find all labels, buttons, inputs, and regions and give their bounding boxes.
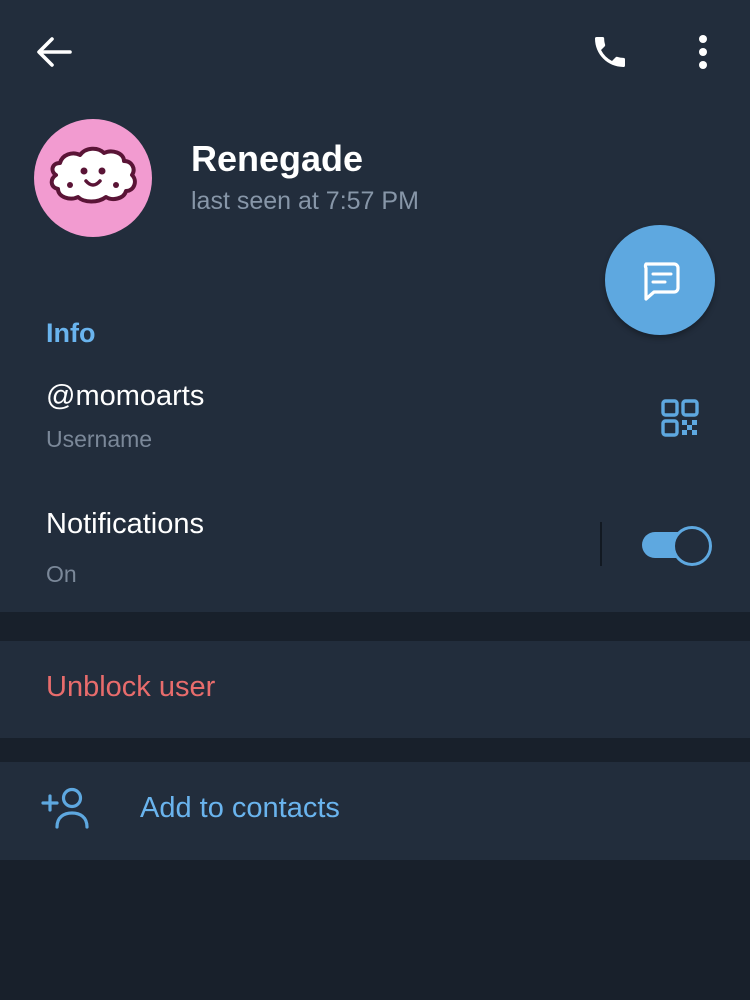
unblock-user-label[interactable]: Unblock user	[46, 671, 215, 704]
add-to-contacts-label[interactable]: Add to contacts	[140, 792, 340, 825]
add-person-icon	[41, 787, 89, 829]
phone-icon	[595, 37, 625, 67]
avatar[interactable]	[34, 119, 152, 237]
username-label: Username	[46, 426, 153, 452]
last-seen-status: last seen at 7:57 PM	[191, 187, 419, 215]
more-vertical-icon	[699, 35, 707, 69]
notifications-toggle[interactable]	[642, 526, 712, 566]
qr-code-button[interactable]	[652, 390, 708, 446]
avatar-image	[49, 146, 137, 204]
notifications-status: On	[46, 561, 77, 587]
more-options-button[interactable]	[680, 24, 726, 80]
back-button[interactable]	[22, 24, 86, 80]
notifications-title: Notifications	[46, 508, 204, 540]
profile-name: Renegade	[191, 138, 364, 179]
info-section-title: Info	[46, 318, 96, 348]
arrow-left-icon	[37, 37, 72, 67]
qr-code-icon	[661, 399, 699, 437]
send-message-button[interactable]	[605, 225, 715, 335]
toggle-knob	[672, 526, 712, 566]
message-icon	[643, 262, 680, 301]
profile-screen: Renegade last seen at 7:57 PM Info @momo…	[0, 0, 750, 1000]
username-value[interactable]: @momoarts	[46, 380, 204, 413]
add-to-contacts-button[interactable]	[0, 762, 750, 860]
call-button[interactable]	[580, 24, 640, 80]
vertical-divider	[600, 522, 602, 566]
